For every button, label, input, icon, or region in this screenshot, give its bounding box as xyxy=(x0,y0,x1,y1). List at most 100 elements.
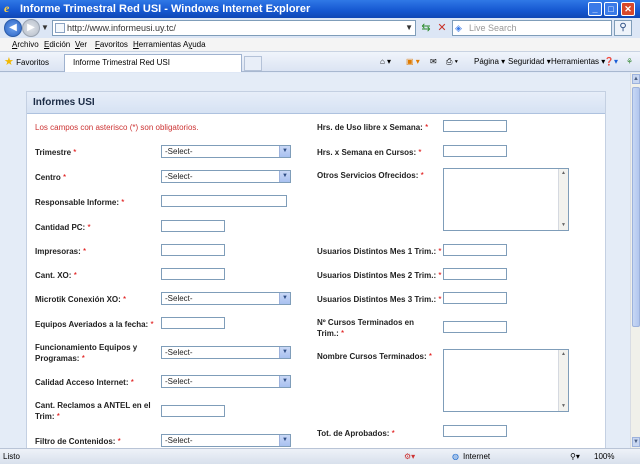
trimestre-select-value: -Select- xyxy=(165,147,193,156)
cantidad-pc-input[interactable] xyxy=(161,220,225,232)
trimestre-select[interactable]: -Select- ▼ xyxy=(161,145,291,158)
scroll-up-icon[interactable]: ▲ xyxy=(559,350,568,359)
label-filtro: Filtro de Contenidos: * xyxy=(35,437,121,446)
usuarios-mes2-input[interactable] xyxy=(443,268,507,280)
chevron-down-icon: ▼ xyxy=(279,171,290,182)
label-usuarios-mes2: Usuarios Distintos Mes 2 Trim.: * xyxy=(317,271,442,280)
label-hrs-cursos: Hrs. x Semana en Cursos: * xyxy=(317,148,422,157)
menu-favoritos[interactable]: Favoritos xyxy=(95,38,128,52)
label-centro: Centro * xyxy=(35,173,67,182)
microtik-select-value: -Select- xyxy=(165,294,193,303)
centro-select-value: -Select- xyxy=(165,172,193,181)
tools-menu[interactable]: Herramientas ▾ xyxy=(551,56,605,68)
menu-bar: Archivo Edición Ver Favoritos Herramient… xyxy=(0,38,640,52)
menu-archivo[interactable]: Archivo xyxy=(12,38,39,52)
label-tot-aprobados: Tot. de Aprobados: * xyxy=(317,429,395,438)
address-dropdown-icon[interactable]: ▼ xyxy=(405,21,413,35)
textarea-scrollbar[interactable]: ▲ ▼ xyxy=(558,169,568,230)
chevron-down-icon: ▼ xyxy=(279,146,290,157)
scroll-down-icon[interactable]: ▼ xyxy=(559,221,568,230)
menu-ayuda[interactable]: Ayuda xyxy=(183,38,206,52)
print-icon[interactable]: ⎙ ▾ xyxy=(446,56,458,68)
address-url: http://www.informeusi.uy.tc/ xyxy=(67,23,176,33)
page-favicon-icon xyxy=(55,23,65,33)
equipos-averiados-input[interactable] xyxy=(161,317,225,329)
tab-title: Informe Trimestral Red USI xyxy=(73,58,170,67)
close-button[interactable]: ✕ xyxy=(621,2,635,16)
feeds-icon[interactable]: ▣ ▾ xyxy=(406,56,420,68)
chevron-down-icon: ▼ xyxy=(279,347,290,358)
impresoras-input[interactable] xyxy=(161,244,225,256)
centro-select[interactable]: -Select- ▼ xyxy=(161,170,291,183)
usuarios-mes3-input[interactable] xyxy=(443,292,507,304)
scroll-down-icon[interactable]: ▼ xyxy=(632,437,640,447)
security-menu-label: Seguridad xyxy=(508,57,545,66)
nombre-cursos-textarea[interactable]: ▲ ▼ xyxy=(443,349,569,412)
zoom-icon[interactable]: ⚲▾ xyxy=(570,449,580,464)
favorites-button[interactable]: ★ Favoritos xyxy=(4,56,49,69)
research-icon[interactable]: ⚘ xyxy=(626,56,633,68)
calidad-select[interactable]: -Select- ▼ xyxy=(161,375,291,388)
label-calidad: Calidad Acceso Internet: * xyxy=(35,378,134,387)
hrs-cursos-input[interactable] xyxy=(443,145,507,157)
protected-mode-icon: ⚙▾ xyxy=(404,452,416,461)
reclamos-input[interactable] xyxy=(161,405,225,417)
label-impresoras: Impresoras: * xyxy=(35,247,87,256)
label-equipos-averiados: Equipos Averiados a la fecha: * xyxy=(35,320,154,329)
form-panel: Informes USI Los campos con asterisco (*… xyxy=(26,91,606,448)
cursos-terminados-input[interactable] xyxy=(443,321,507,333)
label-otros-servicios: Otros Servicios Ofrecidos: * xyxy=(317,171,424,180)
label-reclamos: Cant. Reclamos a ANTEL en el Trim: * xyxy=(35,401,151,421)
search-placeholder: Live Search xyxy=(469,23,517,33)
scroll-down-icon[interactable]: ▼ xyxy=(559,402,568,411)
status-bar: Listo ⚙▾ ◍ Internet ⚲▾ 100% xyxy=(0,448,640,464)
responsable-input[interactable] xyxy=(161,195,287,207)
label-responsable: Responsable Informe: * xyxy=(35,198,125,207)
window-title: Informe Trimestral Red USI - Windows Int… xyxy=(20,3,311,15)
hrs-libre-input[interactable] xyxy=(443,120,507,132)
panel-title: Informes USI xyxy=(27,92,605,114)
mail-icon[interactable]: ✉ xyxy=(430,56,437,68)
forward-button[interactable]: ▶ xyxy=(22,19,40,37)
page-viewport: Informes USI Los campos con asterisco (*… xyxy=(0,73,630,448)
menu-herramientas[interactable]: Herramientas xyxy=(133,38,181,52)
maximize-button[interactable]: □ xyxy=(604,2,618,16)
tab-informe-trimestral[interactable]: Informe Trimestral Red USI xyxy=(64,54,242,72)
textarea-scrollbar[interactable]: ▲ ▼ xyxy=(558,350,568,411)
menu-edicion[interactable]: Edición xyxy=(44,38,70,52)
label-nombre-cursos: Nombre Cursos Terminados: * xyxy=(317,352,433,361)
scrollbar-thumb[interactable] xyxy=(632,87,640,327)
menu-ver[interactable]: Ver xyxy=(75,38,87,52)
stop-icon[interactable]: ✕ xyxy=(434,20,450,36)
funcionamiento-select[interactable]: -Select- ▼ xyxy=(161,346,291,359)
usuarios-mes1-input[interactable] xyxy=(443,244,507,256)
minimize-button[interactable]: _ xyxy=(588,2,602,16)
label-usuarios-mes1: Usuarios Distintos Mes 1 Trim.: * xyxy=(317,247,442,256)
help-icon[interactable]: ❓▾ xyxy=(604,56,618,68)
tot-aprobados-input[interactable] xyxy=(443,425,507,437)
search-icon[interactable]: ⚲ xyxy=(614,20,632,36)
page-scrollbar[interactable]: ▲ ▼ xyxy=(630,73,640,448)
refresh-compat-icon[interactable]: ⇆ xyxy=(418,20,434,36)
microtik-select[interactable]: -Select- ▼ xyxy=(161,292,291,305)
cant-xo-input[interactable] xyxy=(161,268,225,280)
filtro-select[interactable]: -Select- ▼ xyxy=(161,434,291,447)
filtro-select-value: -Select- xyxy=(165,436,193,445)
otros-servicios-textarea[interactable]: ▲ ▼ xyxy=(443,168,569,231)
zoom-level[interactable]: 100% xyxy=(594,449,614,464)
scroll-up-icon[interactable]: ▲ xyxy=(632,74,640,84)
security-menu[interactable]: Seguridad ▾ xyxy=(508,56,551,68)
favorites-star-icon: ★ xyxy=(4,56,14,68)
internet-zone-icon: ◍ xyxy=(452,452,459,461)
scroll-up-icon[interactable]: ▲ xyxy=(559,169,568,178)
new-tab-button[interactable] xyxy=(244,56,262,71)
search-input[interactable]: ◈ Live Search xyxy=(452,20,612,36)
title-bar: e Informe Trimestral Red USI - Windows I… xyxy=(0,0,640,18)
back-button[interactable]: ◀ xyxy=(4,19,22,37)
chevron-down-icon: ▼ xyxy=(279,376,290,387)
history-dropdown-icon[interactable]: ▼ xyxy=(41,23,49,32)
address-bar[interactable]: http://www.informeusi.uy.tc/ ▼ xyxy=(52,20,416,36)
page-menu[interactable]: Página ▾ xyxy=(474,56,505,68)
label-usuarios-mes3: Usuarios Distintos Mes 3 Trim.: * xyxy=(317,295,442,304)
home-icon[interactable]: ⌂ ▾ xyxy=(380,56,391,68)
